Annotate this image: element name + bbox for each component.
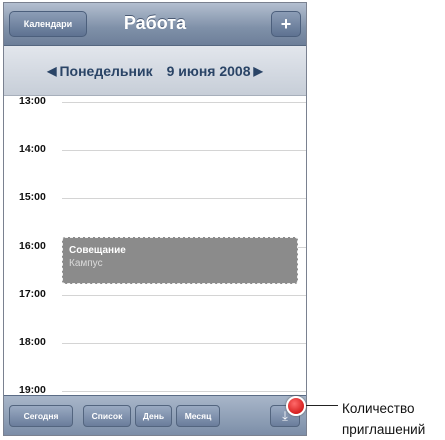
today-button[interactable]: Сегодня [9,404,73,427]
next-day-arrow-icon[interactable]: ▶ [254,64,263,78]
current-date: 9 июня 2008 [166,62,251,79]
callout-line [306,405,338,406]
callout-line-1: Количество [342,401,415,416]
bottom-toolbar: Сегодня Список День Месяц ⤓ [4,395,306,435]
hour-row: 19:00 [4,384,306,396]
day-name: Понедельник [59,62,153,79]
hour-row: 17:00 [4,288,306,300]
hour-divider [62,343,306,344]
hour-label: 17:00 [19,288,46,300]
invitations-badge[interactable] [286,396,306,416]
event-location: Кампус [69,258,103,269]
navigation-bar: Календари Работа + [4,3,306,46]
event-block[interactable]: Совещание Кампус [62,237,298,284]
hour-label: 15:00 [19,191,46,203]
hour-row: 13:00 [4,95,306,107]
hour-label: 13:00 [19,95,46,107]
day-view-button[interactable]: День [135,404,172,427]
event-title: Совещание [69,245,126,256]
date-bar: ◀ Понедельник 9 июня 2008 ▶ [4,46,306,96]
hour-row: 15:00 [4,191,306,203]
callout-label: Количество приглашений [342,398,425,440]
day-timeline[interactable]: 13:00 14:00 15:00 16:00 17:00 18:00 19:00 Совещ… [4,95,306,396]
hour-divider [62,198,306,199]
list-view-button[interactable]: Список [83,404,131,427]
hour-row: 18:00 [4,336,306,348]
hour-label: 16:00 [19,240,46,252]
hour-label: 14:00 [19,143,46,155]
hour-row: 14:00 [4,143,306,155]
page-title: Работа [123,13,187,33]
add-event-button[interactable]: + [271,11,301,37]
calendar-app: Календари Работа + ◀ Понедельник 9 июня … [3,2,307,436]
previous-day-arrow-icon[interactable]: ◀ [47,64,56,78]
month-view-button[interactable]: Месяц [176,404,220,427]
hour-divider [62,102,306,103]
hour-divider [62,150,306,151]
hour-divider [62,295,306,296]
hour-label: 18:00 [19,336,46,348]
callout-line-2: приглашений [342,422,426,437]
hour-divider [62,391,306,392]
